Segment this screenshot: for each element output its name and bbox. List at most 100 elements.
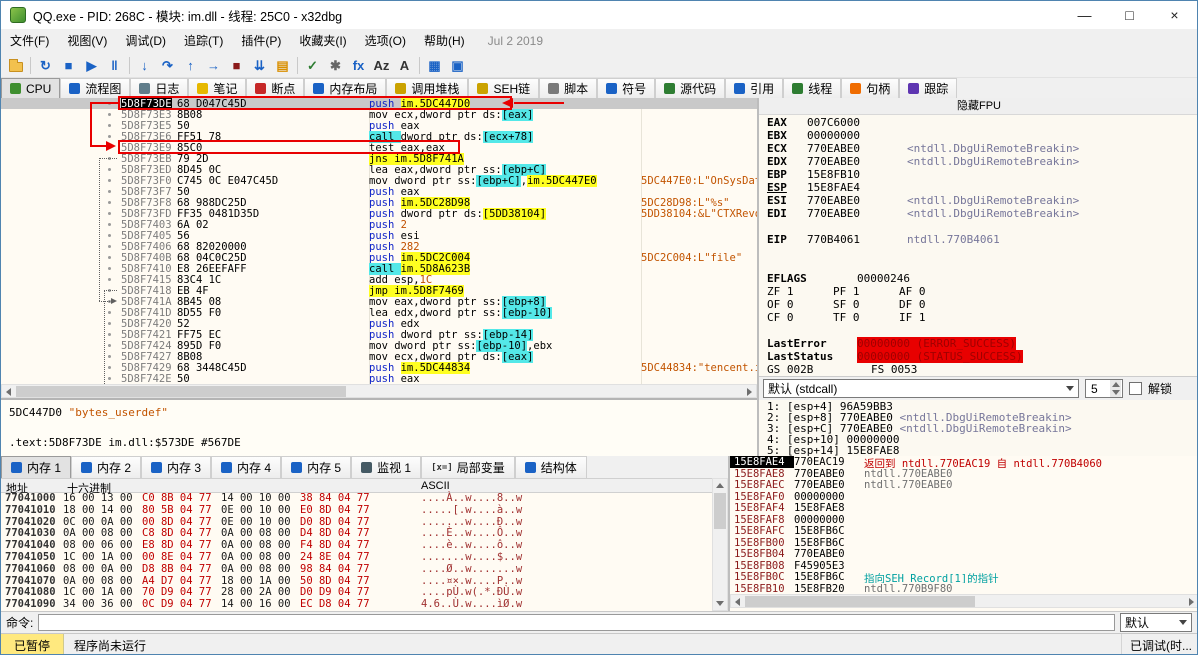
menu-item-help[interactable]: 帮助(H) [415, 29, 474, 53]
breakpoint-gutter[interactable] [1, 164, 119, 175]
breakpoint-dot[interactable] [108, 190, 111, 193]
breakpoint-dot[interactable] [108, 212, 111, 215]
register-row[interactable]: ESP 15E8FAE4 [759, 181, 1197, 194]
breakpoint-dot[interactable] [108, 344, 111, 347]
step-into-icon[interactable]: ↓ [133, 54, 156, 76]
menu-item-view[interactable]: 视图(V) [58, 29, 116, 53]
patch-icon[interactable]: ✓ [301, 54, 324, 76]
register-row[interactable]: EAX 007C6000 [759, 116, 1197, 129]
breakpoint-gutter[interactable] [1, 230, 119, 241]
hide-fpu-button[interactable]: 隐藏FPU [759, 98, 1197, 115]
register-row[interactable]: EBX 00000000 [759, 129, 1197, 142]
breakpoint-gutter[interactable] [1, 131, 119, 142]
disasm-row[interactable]: 5D8F7421 FF75 EC push dword ptr ss:[ebp-14… [1, 329, 757, 341]
disasm-row[interactable]: 5D8F73F7 50 push eax [1, 186, 757, 198]
tab-handles[interactable]: 句柄 [841, 78, 900, 98]
register-row[interactable]: EDI 770EABE0 <ntdll.DbgUiRemoteBreakin> [759, 207, 1197, 220]
tab-script[interactable]: 脚本 [539, 78, 598, 98]
register-row[interactable]: OF 0 SF 0 DF 0 [759, 298, 1197, 311]
stack-row[interactable]: 15E8FAEC 770EABE0 ntdll.770EABE0 [730, 479, 1197, 491]
breakpoint-dot[interactable] [108, 322, 111, 325]
tab-dump5[interactable]: 内存 5 [281, 456, 352, 478]
breakpoint-gutter[interactable] [1, 109, 119, 120]
breakpoint-gutter[interactable] [1, 362, 119, 373]
dump-row[interactable]: 77041090 34 00 36 00 0C D9 04 77 14 00 16 0… [1, 598, 712, 611]
register-row[interactable]: EIP 770B4061 ntdll.770B4061 [759, 233, 1197, 246]
stack-row[interactable]: 15E8FAE8 770EABE0 ntdll.770EABE0 [730, 468, 1197, 480]
tab-struct[interactable]: 结构体 [514, 456, 587, 478]
breakpoint-dot[interactable] [108, 366, 111, 369]
disasm-row[interactable]: 5D8F7410 E8 26EEFAFF call im.5D8A623B [1, 263, 757, 275]
tab-seh[interactable]: SEH链 [468, 78, 540, 98]
tab-references[interactable]: 引用 [725, 78, 784, 98]
breakpoint-dot[interactable] [108, 223, 111, 226]
breakpoint-gutter[interactable] [1, 307, 119, 318]
stack-hscrollbar[interactable] [730, 594, 1197, 608]
stack-row[interactable]: 15E8FAF4 15E8FAE8 [730, 502, 1197, 514]
stack-row[interactable]: 15E8FB10 15E8FB20 ntdll.770B9F80 [730, 583, 1197, 595]
disasm-row[interactable]: 5D8F742E 50 push eax [1, 373, 757, 385]
menu-item-debug[interactable]: 调试(D) [116, 29, 175, 53]
breakpoint-gutter[interactable] [1, 142, 119, 153]
breakpoint-dot[interactable] [108, 245, 111, 248]
breakpoint-dot[interactable] [108, 333, 111, 336]
tab-memmap[interactable]: 内存布局 [304, 78, 387, 98]
trace-into-icon[interactable]: ⇊ [248, 54, 271, 76]
register-row[interactable]: EFLAGS 00000246 [759, 272, 1197, 285]
unlock-checkbox[interactable] [1129, 382, 1142, 395]
breakpoint-gutter[interactable] [1, 186, 119, 197]
disasm-row[interactable]: 5D8F73E5 50 push eax [1, 120, 757, 132]
functions-icon[interactable]: fx [347, 54, 370, 76]
register-row[interactable]: ZF 1 PF 1 AF 0 [759, 285, 1197, 298]
menu-item-favourites[interactable]: 收藏夹(I) [290, 29, 355, 53]
breakpoint-gutter[interactable] [1, 318, 119, 329]
stack-row[interactable]: 15E8FAF8 00000000 [730, 514, 1197, 526]
window-icon[interactable]: ▣ [446, 54, 469, 76]
breakpoint-dot[interactable] [108, 278, 111, 281]
breakpoint-gutter[interactable] [1, 241, 119, 252]
argument-count-spinner[interactable]: 5 [1085, 379, 1123, 398]
menu-item-options[interactable]: 选项(O) [356, 29, 415, 53]
strings-icon[interactable]: Az [370, 54, 393, 76]
stack-row[interactable]: 15E8FAFC 15E8FB6C [730, 525, 1197, 537]
stack-row[interactable]: 15E8FAF0 00000000 [730, 491, 1197, 503]
spinner-arrows[interactable] [1110, 380, 1121, 397]
tab-source[interactable]: 源代码 [655, 78, 726, 98]
scroll-left-arrow-icon[interactable] [731, 595, 744, 608]
register-row[interactable]: LastStatus 00000000 (STATUS_SUCCESS) [759, 350, 1197, 363]
breakpoint-dot[interactable] [108, 135, 111, 138]
tab-trace[interactable]: 跟踪 [899, 78, 958, 98]
breakpoint-gutter[interactable] [1, 120, 119, 131]
breakpoint-gutter[interactable] [1, 175, 119, 186]
dump-row[interactable]: 77041060 08 00 0A 00 D8 8B 04 77 0A 00 08 0… [1, 563, 712, 576]
disasm-row[interactable]: 5D8F7427 8B08 mov ecx,dword ptr ds:[eax] [1, 351, 757, 363]
pause-icon[interactable]: ‖ [103, 54, 126, 76]
calling-convention-select[interactable]: 默认 (stdcall) [763, 379, 1079, 398]
register-row[interactable]: EBP 15E8FB10 [759, 168, 1197, 181]
register-row[interactable]: GS 002B FS 0053 [759, 363, 1197, 376]
disasm-row[interactable]: 5D8F73ED 8D45 0C lea eax,dword ptr ss:[ebp… [1, 164, 757, 176]
breakpoint-gutter[interactable] [1, 197, 119, 208]
scrollbar-thumb[interactable] [745, 596, 975, 607]
register-row[interactable]: CF 0 TF 0 IF 1 [759, 311, 1197, 324]
disasm-row[interactable]: 5D8F7415 83C4 1C add esp,1C [1, 274, 757, 286]
disasm-row[interactable]: 5D8F741D 8D55 F0 lea edx,dword ptr ss:[ebp… [1, 307, 757, 319]
disasm-row[interactable]: 5D8F73FD FF35 0481D35D push dword ptr ds:[… [1, 208, 757, 220]
disasm-row[interactable]: 5D8F73F0 C745 0C E047C45D mov dword ptr ss… [1, 175, 757, 187]
scroll-left-arrow-icon[interactable] [2, 385, 15, 398]
breakpoint-gutter[interactable] [1, 351, 119, 362]
stack-row[interactable]: 15E8FB04 770EABE0 [730, 548, 1197, 560]
disasm-row[interactable]: 5D8F7406 68 82020000 push 282 [1, 241, 757, 253]
disasm-row[interactable]: 5D8F73F8 68 988DC25D push im.5DC28D98 5DC28… [1, 197, 757, 209]
scrollbar-thumb[interactable] [714, 493, 726, 529]
run-icon[interactable]: ▶ [80, 54, 103, 76]
breakpoint-gutter[interactable] [1, 285, 119, 296]
breakpoint-dot[interactable] [108, 234, 111, 237]
scroll-right-arrow-icon[interactable] [743, 385, 756, 398]
restart-icon[interactable]: ↻ [34, 54, 57, 76]
disasm-row[interactable]: 5D8F7429 68 3448C45D push im.5DC44834 5DC44… [1, 362, 757, 374]
scroll-right-arrow-icon[interactable] [1185, 595, 1197, 608]
argument-row[interactable]: 5: [esp+14] 15E8FAE8 [759, 445, 1197, 456]
register-row[interactable]: EDX 770EABE0 <ntdll.DbgUiRemoteBreakin> [759, 155, 1197, 168]
tab-dump2[interactable]: 内存 2 [71, 456, 142, 478]
